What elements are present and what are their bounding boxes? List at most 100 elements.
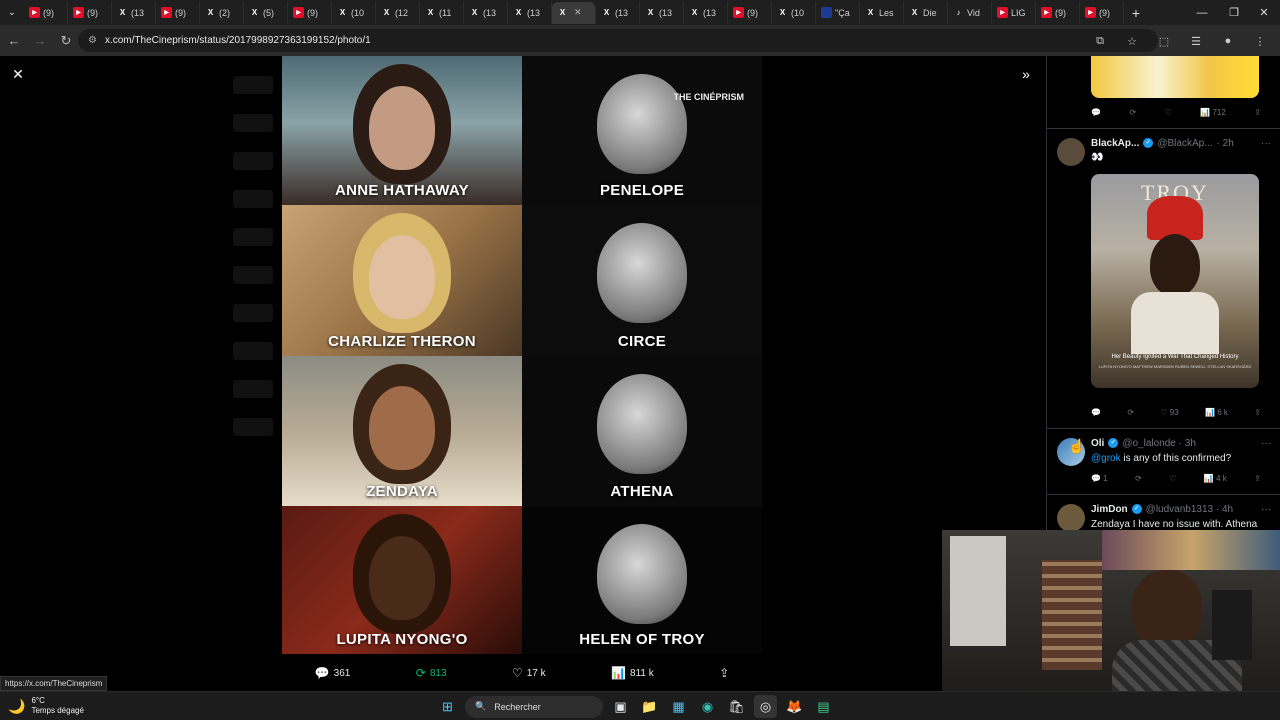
browser-tab[interactable]: X (13 — [640, 1, 684, 24]
more-icon[interactable]: ··· — [1261, 504, 1271, 515]
views-icon[interactable]: 📊 6 k — [1205, 408, 1228, 417]
ms-store-icon[interactable]: 🛍 — [725, 695, 748, 718]
tweet-header: JimDon ✓ @ludvanb1313 · 4h ··· — [1091, 504, 1271, 515]
share-button[interactable]: ⇪ — [719, 666, 729, 680]
browser-tab[interactable]: X (10 — [772, 1, 816, 24]
close-window-icon[interactable]: ✕ — [1248, 0, 1280, 25]
task-view-icon[interactable]: ▣ — [609, 695, 632, 718]
share-icon[interactable]: ⇪ — [1254, 108, 1261, 117]
forward-icon[interactable]: → — [28, 29, 52, 53]
author-handle[interactable]: @o_lalonde · 3h — [1122, 438, 1196, 449]
reply-icon[interactable]: 💬 — [1091, 408, 1101, 417]
browser-tab[interactable]: X (2) — [200, 1, 244, 24]
browser-tab[interactable]: X Die — [904, 1, 948, 24]
browser-tab[interactable]: X (12 — [376, 1, 420, 24]
search-placeholder: Rechercher — [494, 701, 541, 712]
repost-icon[interactable]: ⟳ — [1129, 108, 1136, 117]
browser-tab[interactable]: X (5) — [244, 1, 288, 24]
avatar[interactable] — [1057, 504, 1085, 532]
browser-tab[interactable]: ♪ Vid — [948, 1, 992, 24]
share-icon[interactable]: ⇪ — [1254, 408, 1261, 417]
browser-tab[interactable]: "Ça — [816, 1, 860, 24]
browser-tab[interactable]: X (13 — [684, 1, 728, 24]
avatar[interactable] — [1057, 138, 1085, 166]
author-handle[interactable]: @BlackAp... — [1157, 138, 1212, 149]
firefox-icon[interactable]: 🦊 — [783, 695, 806, 718]
author-name[interactable]: BlackAp... — [1091, 138, 1139, 149]
heart-icon[interactable]: ♡ — [1169, 474, 1176, 483]
browser-tab[interactable]: X (13 — [508, 1, 552, 24]
heart-icon[interactable]: ♡ — [1165, 108, 1172, 117]
file-explorer-icon[interactable]: 📁 — [638, 695, 661, 718]
browser-tab[interactable]: ▶ (9) — [68, 1, 112, 24]
tab-title: Die — [923, 7, 937, 18]
heart-icon[interactable]: ♡ 93 — [1160, 408, 1178, 417]
views-icon[interactable]: 📊 712 — [1200, 108, 1226, 117]
repost-button[interactable]: ⟳ 813 — [416, 666, 447, 680]
windows-start-icon[interactable]: ⊞ — [436, 695, 459, 718]
browser-tab[interactable]: X (11 — [420, 1, 464, 24]
close-tab-icon[interactable]: ✕ — [574, 7, 582, 18]
back-icon[interactable]: ← — [2, 29, 26, 53]
weather-widget[interactable]: 🌙 6°C Temps dégagé — [8, 696, 84, 716]
tweet-image[interactable]: TROY Her Beauty Ignited a War That Chang… — [1091, 174, 1259, 388]
restore-icon[interactable]: ❐ — [1218, 0, 1250, 25]
reply-button[interactable]: 💬 361 — [315, 666, 351, 680]
photo-grid[interactable]: ANNE HATHAWAY THE CINÉPRISM PENELOPE CHARLI… — [282, 56, 762, 654]
views-button[interactable]: 📊 811 k — [611, 666, 654, 680]
previous-tweet-image[interactable] — [1091, 56, 1259, 98]
browser-tab[interactable]: X (13 — [112, 1, 156, 24]
browser-tab[interactable]: X ✕ — [552, 1, 596, 24]
statue-head — [597, 524, 687, 624]
browser-tab[interactable]: ▶ (9) — [1080, 1, 1124, 24]
dimmed-nav-background — [215, 56, 285, 691]
browser-tab[interactable]: X (10 — [332, 1, 376, 24]
caption-name: CIRCE — [617, 333, 667, 350]
timestamp[interactable]: · 2h — [1217, 138, 1234, 149]
reply-icon[interactable]: 💬 — [1091, 108, 1101, 117]
browser-tab[interactable]: ▶ (9) — [1036, 1, 1080, 24]
author-handle[interactable]: @ludvanb1313 · 4h — [1146, 504, 1233, 515]
browser-tab[interactable]: ▶ (9) — [728, 1, 772, 24]
author-name[interactable]: Oli — [1091, 438, 1104, 449]
like-button[interactable]: ♡ 17 k — [512, 666, 546, 680]
browser-tab[interactable]: X (13 — [464, 1, 508, 24]
app-icon[interactable]: ▤ — [812, 695, 835, 718]
browser-tab[interactable]: ▶ (9) — [24, 1, 68, 24]
cast-icon[interactable]: ⧉ — [1088, 29, 1112, 53]
tab-search-chevron-icon[interactable]: ⌄ — [0, 0, 24, 25]
more-icon[interactable]: ··· — [1261, 138, 1271, 149]
browser-tab[interactable]: X (13 — [596, 1, 640, 24]
chrome-icon[interactable]: ◎ — [754, 695, 777, 718]
repost-icon[interactable]: ⟳ — [1127, 408, 1134, 417]
extensions-icon[interactable]: ⬚ — [1152, 29, 1176, 53]
share-icon[interactable]: ⇪ — [1254, 474, 1261, 483]
more-icon[interactable]: ··· — [1261, 438, 1271, 449]
browser-tab[interactable]: ▶ (9) — [288, 1, 332, 24]
url-field[interactable]: ⚙ x.com/TheCineprism/status/201799892736… — [78, 29, 1158, 52]
browser-tab[interactable]: ▶ LIG — [992, 1, 1036, 24]
profile-icon[interactable]: ● — [1216, 29, 1240, 53]
views-icon[interactable]: 📊 4 k — [1204, 474, 1227, 483]
heart-icon: ♡ — [511, 666, 523, 680]
expand-panel-icon[interactable]: » — [1016, 66, 1036, 86]
bookmark-star-icon[interactable]: ☆ — [1120, 29, 1144, 53]
taskbar-search[interactable]: 🔍 Rechercher — [465, 695, 603, 718]
repost-icon[interactable]: ⟳ — [1135, 474, 1142, 483]
verified-badge-icon: ✓ — [1131, 504, 1142, 514]
browser-tab[interactable]: X Les — [860, 1, 904, 24]
site-info-icon[interactable]: ⚙ — [88, 35, 97, 46]
browser-tab[interactable]: ▶ (9) — [156, 1, 200, 24]
author-name[interactable]: JimDon — [1091, 504, 1128, 515]
menu-icon[interactable]: ⋮ — [1248, 29, 1272, 53]
edge-icon[interactable]: ◉ — [696, 695, 719, 718]
new-tab-button[interactable]: + — [1124, 5, 1148, 21]
mention-link[interactable]: @grok — [1091, 453, 1121, 464]
close-photo-icon[interactable]: ✕ — [8, 66, 28, 86]
store-icon[interactable]: ▦ — [667, 695, 690, 718]
sidebar-icon[interactable]: ☰ — [1184, 29, 1208, 53]
microphone — [1212, 590, 1252, 660]
reply-icon[interactable]: 💬 1 — [1091, 474, 1108, 483]
reload-icon[interactable]: ↻ — [54, 29, 78, 53]
minimize-icon[interactable]: — — [1186, 0, 1218, 25]
